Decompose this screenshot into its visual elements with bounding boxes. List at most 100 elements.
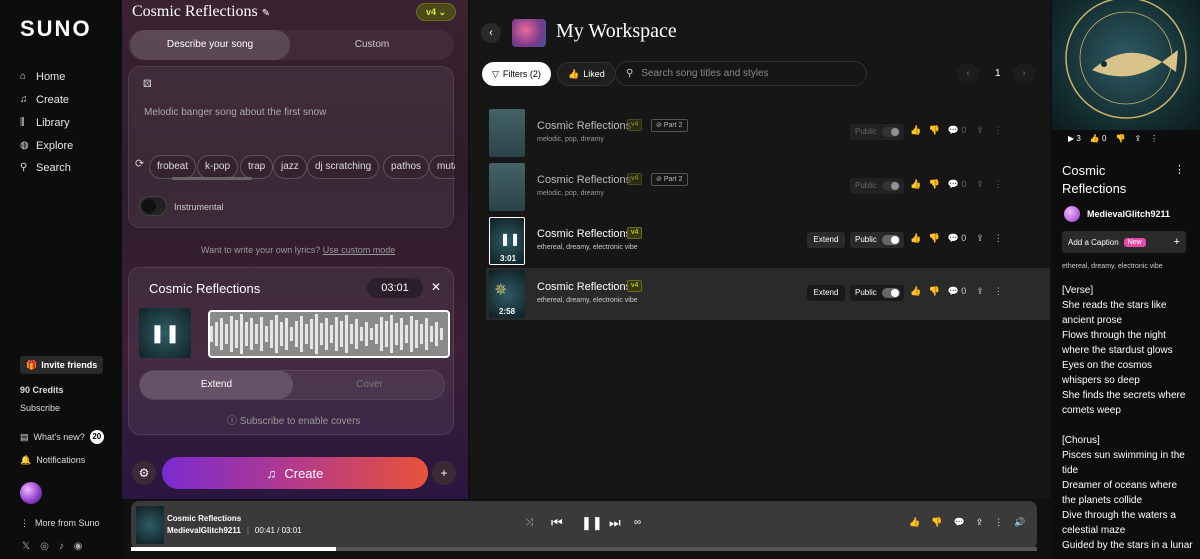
thumbs-up-icon[interactable]: 👍 xyxy=(909,517,920,528)
song-title[interactable]: Cosmic Reflections xyxy=(537,281,631,293)
username[interactable]: MedievalGlitch9211 xyxy=(1087,209,1170,219)
subscribe-link[interactable]: Subscribe xyxy=(20,403,60,413)
player-user[interactable]: MedievalGlitch9211 xyxy=(167,526,241,535)
public-toggle[interactable]: Public xyxy=(850,178,904,194)
dice-icon[interactable]: ⚄ xyxy=(143,79,152,90)
sidebar-item-explore[interactable]: ◍ Explore xyxy=(20,140,73,152)
public-toggle[interactable]: Public xyxy=(850,232,904,248)
next-page-button[interactable]: › xyxy=(1013,63,1035,85)
suno-logo[interactable]: SUNO xyxy=(20,16,92,42)
clip-pause-button[interactable]: ❚❚ xyxy=(139,308,191,358)
thumbs-down-icon[interactable]: 👎 xyxy=(929,286,940,296)
waveform[interactable] xyxy=(208,310,450,358)
more-icon[interactable]: ⋮ xyxy=(994,286,1003,296)
comment-icon[interactable]: 💬 xyxy=(947,125,958,135)
discord-icon[interactable]: ◉ xyxy=(74,541,83,552)
more-from-suno[interactable]: ⋮ More from Suno xyxy=(20,518,100,529)
prev-page-button[interactable]: ‹ xyxy=(957,63,979,85)
instagram-icon[interactable]: ◎ xyxy=(40,541,49,552)
more-icon[interactable]: ⋮ xyxy=(1174,163,1185,176)
song-thumbnail[interactable] xyxy=(489,109,525,157)
previous-icon[interactable]: ⏮ xyxy=(551,515,563,531)
thumbs-up-icon[interactable]: 👍 xyxy=(910,125,921,135)
chip[interactable]: frobeat xyxy=(149,155,197,179)
song-thumbnail[interactable]: ✵ 2:58 xyxy=(489,270,525,318)
comment-icon[interactable]: 💬 xyxy=(947,286,958,296)
filters-button[interactable]: ▽ Filters (2) xyxy=(482,62,551,86)
settings-button[interactable]: ⚙ xyxy=(132,461,156,485)
comment-icon[interactable]: 💬 xyxy=(947,179,958,189)
more-icon[interactable]: ⋮ xyxy=(994,517,1003,528)
notifications-item[interactable]: 🔔 Notifications xyxy=(20,455,85,466)
thumbs-down-icon[interactable]: 👎 xyxy=(1116,134,1126,143)
sidebar-item-home[interactable]: ⌂ Home xyxy=(20,71,65,83)
song-title[interactable]: Cosmic Reflections ✎ xyxy=(132,3,270,21)
share-icon[interactable]: ⇪ xyxy=(976,233,984,243)
player-progress[interactable] xyxy=(131,547,1037,551)
chip[interactable]: trap xyxy=(240,155,274,179)
sidebar-item-library[interactable]: ⫼ Library xyxy=(20,117,70,129)
more-icon[interactable]: ⋮ xyxy=(994,233,1003,243)
share-icon[interactable]: ⇪ xyxy=(976,179,984,189)
chip[interactable]: mutal xyxy=(429,155,455,179)
x-icon[interactable]: 𝕏 xyxy=(22,541,30,552)
custom-mode-link[interactable]: Use custom mode xyxy=(323,245,396,255)
add-caption-button[interactable]: Add a Caption New + xyxy=(1062,231,1186,253)
whats-new-item[interactable]: ▤ What's new? 20 xyxy=(20,430,104,444)
chips-scrollbar[interactable] xyxy=(172,177,252,180)
invite-friends-button[interactable]: 🎁 Invite friends xyxy=(20,356,104,374)
thumbs-up-icon[interactable]: 👍 xyxy=(910,233,921,243)
share-icon[interactable]: ⇪ xyxy=(1134,134,1141,143)
next-icon[interactable]: ⏭ xyxy=(609,515,621,531)
table-row[interactable]: ❚❚ 3:01 Cosmic Reflections v4 ethereal, … xyxy=(486,215,1042,267)
thumbs-up-icon[interactable]: 👍 xyxy=(910,286,921,296)
prompt-input[interactable]: Melodic banger song about the first snow xyxy=(144,107,326,118)
song-title[interactable]: Cosmic Reflections xyxy=(537,174,631,186)
song-thumbnail[interactable]: ❚❚ 3:01 xyxy=(489,217,525,265)
tab-custom[interactable]: Custom xyxy=(292,30,452,60)
tab-describe[interactable]: Describe your song xyxy=(130,30,290,60)
song-title[interactable]: Cosmic Reflections xyxy=(537,228,631,240)
share-icon[interactable]: ⇪ xyxy=(976,286,984,296)
tiktok-icon[interactable]: ♪ xyxy=(59,541,64,552)
sidebar-item-search[interactable]: ⚲ Search xyxy=(20,162,71,174)
instrumental-toggle[interactable] xyxy=(139,196,167,216)
more-icon[interactable]: ⋮ xyxy=(994,179,1003,189)
pause-icon[interactable]: ❚❚ xyxy=(581,515,603,531)
pause-icon[interactable]: ❚❚ xyxy=(500,232,520,246)
sidebar-item-create[interactable]: ♫ Create xyxy=(20,94,69,106)
table-row[interactable]: ✵ 2:58 Cosmic Reflections v4 ethereal, d… xyxy=(486,268,1050,320)
volume-icon[interactable]: 🔊 xyxy=(1014,517,1025,528)
close-icon[interactable]: ✕ xyxy=(431,280,441,294)
back-button[interactable]: ‹ xyxy=(481,23,501,43)
extend-button[interactable]: Extend xyxy=(807,285,845,301)
song-title[interactable]: Cosmic Reflections xyxy=(537,120,631,132)
thumbs-down-icon[interactable]: 👎 xyxy=(931,517,942,528)
chip[interactable]: dj scratching xyxy=(307,155,380,179)
share-icon[interactable]: ⇪ xyxy=(976,125,984,135)
table-row[interactable]: Cosmic Reflections v4 ⊘ Part 2 melodic, … xyxy=(486,161,1042,213)
cover-button[interactable]: Cover xyxy=(293,371,446,399)
refresh-icon[interactable]: ⟳ xyxy=(135,157,144,170)
public-toggle[interactable]: Public xyxy=(850,285,904,301)
add-button[interactable]: + xyxy=(432,461,456,485)
user-avatar[interactable] xyxy=(1064,206,1080,222)
comment-icon[interactable]: 💬 xyxy=(947,233,958,243)
thumbs-down-icon[interactable]: 👎 xyxy=(929,125,940,135)
table-row[interactable]: Cosmic Reflections v4 ⊘ Part 2 melodic, … xyxy=(486,107,1042,159)
player-title[interactable]: Cosmic Reflections xyxy=(167,514,241,523)
thumbs-down-icon[interactable]: 👎 xyxy=(929,179,940,189)
search-input[interactable]: ⚲ Search song titles and styles xyxy=(615,61,867,86)
song-thumbnail[interactable] xyxy=(489,163,525,211)
repeat-icon[interactable]: ∞ xyxy=(634,517,641,528)
player-thumbnail[interactable] xyxy=(136,506,164,544)
version-select[interactable]: v4 ⌄ xyxy=(416,3,456,21)
avatar[interactable] xyxy=(20,482,42,504)
like-count[interactable]: 👍 0 xyxy=(1090,134,1107,143)
comment-icon[interactable]: 💬 xyxy=(953,517,964,528)
shuffle-icon[interactable]: ⤨ xyxy=(525,517,533,528)
pencil-icon[interactable]: ✎ xyxy=(262,8,270,19)
chip[interactable]: jazz xyxy=(273,155,307,179)
extend-button[interactable]: Extend xyxy=(140,371,293,399)
extend-button[interactable]: Extend xyxy=(807,232,845,248)
